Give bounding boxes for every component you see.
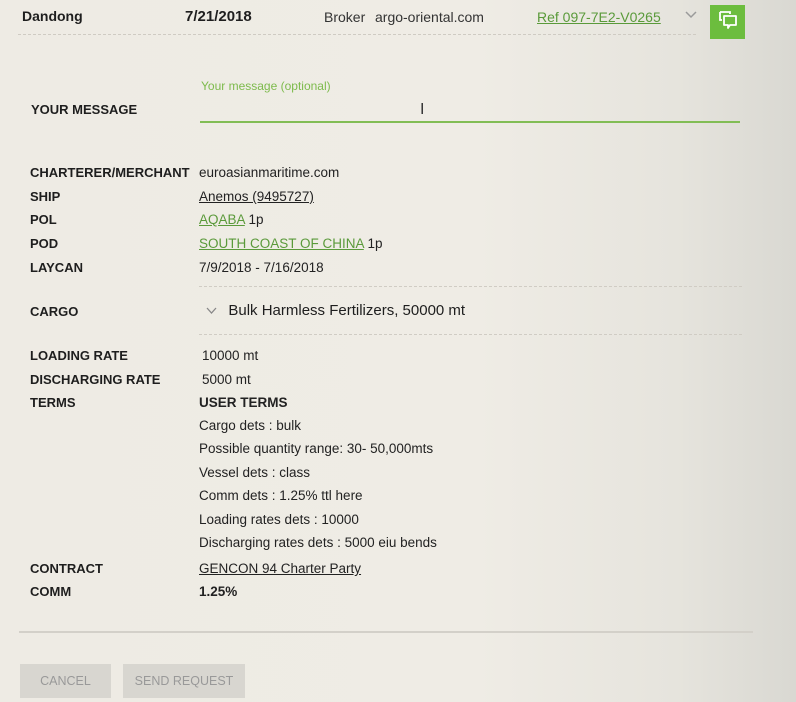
message-input[interactable]: [200, 95, 740, 123]
chat-bubbles-icon: [717, 9, 739, 36]
cancel-button[interactable]: CANCEL: [20, 664, 111, 698]
terms-line: Possible quantity range: 30- 50,000mts: [199, 441, 434, 456]
contract-row: CONTRACT GENCON 94 Charter Party: [0, 561, 796, 581]
pol-label: POL: [30, 212, 57, 227]
offer-header: Dandong 7/21/2018 Broker argo-oriental.c…: [0, 0, 796, 40]
terms-line: Discharging rates dets : 5000 eiu bends: [199, 535, 437, 550]
pod-value: SOUTH COAST OF CHINA 1p: [199, 236, 383, 251]
terms-line: Vessel dets : class: [199, 465, 311, 480]
pod-link[interactable]: SOUTH COAST OF CHINA: [199, 236, 364, 251]
cargo-top-divider: [199, 286, 742, 287]
offer-request-form: Dandong 7/21/2018 Broker argo-oriental.c…: [0, 0, 796, 702]
pol-row: POL AQABA 1p: [0, 212, 796, 232]
pol-suffix: 1p: [248, 212, 264, 227]
charterer-label: CHARTERER/MERCHANT: [30, 165, 190, 180]
charterer-row: CHARTERER/MERCHANT euroasianmaritime.com: [0, 165, 796, 185]
broker-label: Broker: [324, 9, 366, 25]
ship-label: SHIP: [30, 189, 61, 204]
header-divider: [18, 34, 696, 35]
comm-row: COMM 1.25%: [0, 584, 796, 604]
reference-link[interactable]: Ref 097-7E2-V0265: [537, 9, 661, 25]
laycan-value: 7/9/2018 - 7/16/2018: [199, 260, 324, 275]
pol-link[interactable]: AQABA: [199, 212, 245, 227]
send-request-button[interactable]: SEND REQUEST: [123, 664, 245, 698]
laycan-row: LAYCAN 7/9/2018 - 7/16/2018: [0, 260, 796, 280]
terms-heading: USER TERMS: [199, 395, 288, 410]
comm-label: COMM: [30, 584, 72, 599]
ship-row: SHIP Anemos (9495727): [0, 189, 796, 209]
terms-line: Comm dets : 1.25% ttl here: [199, 488, 363, 503]
cargo-label: CARGO: [30, 304, 79, 319]
terms-line: Cargo dets : bulk: [199, 418, 302, 433]
origin-port: Dandong: [22, 8, 83, 24]
pod-label: POD: [30, 236, 59, 251]
chat-button[interactable]: [710, 5, 745, 39]
cargo-bottom-divider: [199, 334, 742, 335]
charterer-value: euroasianmaritime.com: [199, 165, 340, 180]
pod-row: POD SOUTH COAST OF CHINA 1p: [0, 236, 796, 256]
text-cursor-icon: I: [420, 101, 425, 118]
discharging-rate-value: 5000 mt: [202, 372, 251, 387]
message-floating-label: Your message (optional): [201, 79, 331, 93]
pol-value: AQABA 1p: [199, 212, 264, 227]
contract-link[interactable]: GENCON 94 Charter Party: [199, 561, 361, 576]
terms-row: TERMS USER TERMS: [0, 395, 796, 415]
chevron-down-icon[interactable]: [684, 8, 700, 24]
loading-rate-value: 10000 mt: [202, 348, 259, 363]
laycan-label: LAYCAN: [30, 260, 83, 275]
comm-value: 1.25%: [199, 584, 238, 599]
loading-rate-row: LOADING RATE 10000 mt: [0, 348, 796, 368]
broker-value: argo-oriental.com: [375, 9, 484, 25]
terms-label: TERMS: [30, 395, 76, 410]
terms-line: Loading rates dets : 10000: [199, 512, 359, 527]
contract-label: CONTRACT: [30, 561, 103, 576]
discharging-rate-row: DISCHARGING RATE 5000 mt: [0, 372, 796, 392]
pod-suffix: 1p: [367, 236, 383, 251]
cargo-value[interactable]: Bulk Harmless Fertilizers, 50000 mt: [206, 302, 465, 319]
ship-link[interactable]: Anemos (9495727): [199, 189, 314, 204]
message-label: YOUR MESSAGE: [31, 102, 138, 117]
chevron-down-icon[interactable]: [206, 304, 220, 318]
cargo-description: Bulk Harmless Fertilizers, 50000 mt: [228, 302, 466, 319]
footer-divider: [19, 631, 753, 633]
discharging-rate-label: DISCHARGING RATE: [30, 372, 161, 387]
header-date: 7/21/2018: [185, 8, 252, 25]
loading-rate-label: LOADING RATE: [30, 348, 128, 363]
